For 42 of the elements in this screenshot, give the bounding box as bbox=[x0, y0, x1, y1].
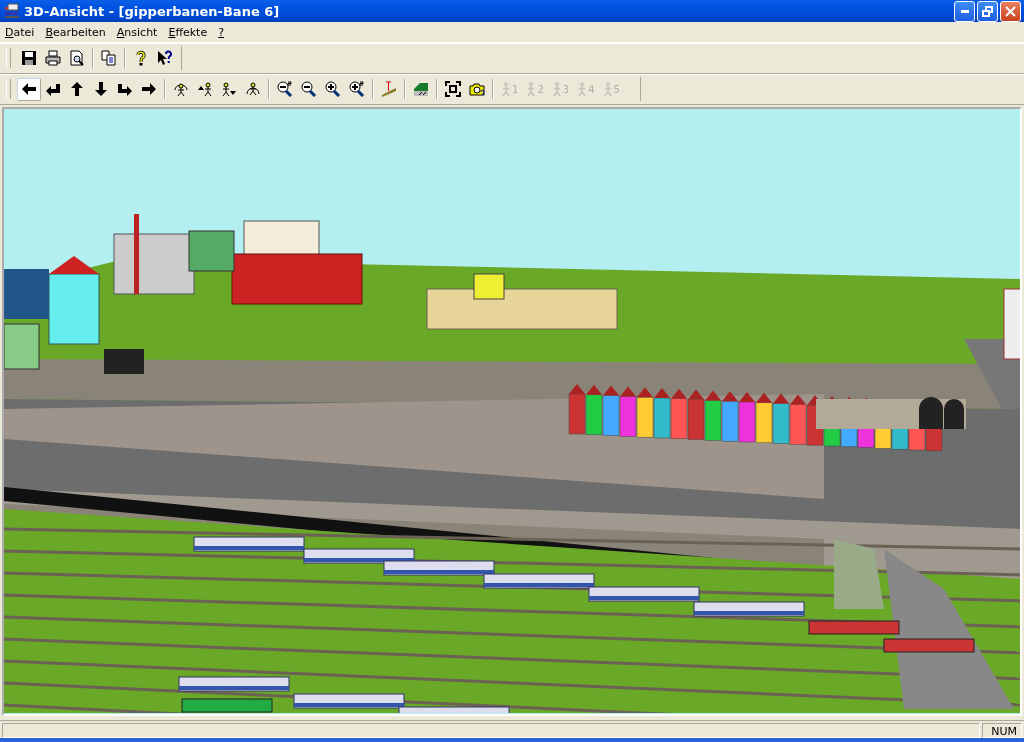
up-arrow-icon bbox=[69, 81, 85, 97]
turn-right-arrow-icon bbox=[117, 81, 133, 97]
page-magnifier-icon bbox=[69, 50, 85, 66]
printer-icon bbox=[45, 50, 61, 66]
menu-item[interactable]: Effekte bbox=[163, 23, 214, 41]
figure-arc-icon bbox=[245, 81, 261, 97]
zoom-out-icon bbox=[301, 81, 317, 97]
camera-icon bbox=[469, 81, 485, 97]
terrain-slope-icon bbox=[413, 81, 429, 97]
window-title: 3D-Ansicht - [gipperbanen-Bane 6] bbox=[24, 3, 281, 19]
figure-icon bbox=[602, 81, 613, 97]
minimize-icon bbox=[960, 9, 969, 13]
close-icon bbox=[1005, 5, 1016, 17]
down-arrow-icon bbox=[93, 81, 109, 97]
figure-arc-icon bbox=[173, 81, 189, 97]
zoom-out-icon bbox=[277, 81, 293, 97]
menu-item[interactable]: ? bbox=[213, 23, 231, 41]
left-arrow-icon bbox=[21, 81, 37, 97]
ruler-slope-icon bbox=[381, 81, 397, 97]
figure-icon bbox=[577, 81, 588, 97]
menu-item[interactable]: Datei bbox=[0, 23, 41, 41]
menu-item[interactable]: Bearbeiten bbox=[40, 23, 112, 41]
figure-icon bbox=[551, 81, 562, 97]
restore-button[interactable] bbox=[977, 0, 998, 22]
turn-left-arrow-icon bbox=[45, 81, 61, 97]
zoom-in-icon bbox=[325, 81, 341, 97]
zoom-in-icon bbox=[349, 81, 365, 97]
copy-pages-icon bbox=[101, 50, 117, 66]
toolbar-button[interactable] bbox=[17, 77, 41, 101]
status-indicator: NUM bbox=[982, 723, 1022, 738]
figure-icon bbox=[526, 81, 537, 97]
pointer-question-icon bbox=[157, 50, 173, 66]
right-arrow-icon bbox=[141, 81, 157, 97]
menu-item[interactable]: Ansicht bbox=[111, 23, 164, 41]
restore-icon bbox=[982, 5, 993, 17]
minimize-button[interactable] bbox=[954, 0, 975, 22]
figure-icon bbox=[501, 81, 511, 97]
app-icon bbox=[4, 3, 20, 19]
fit-frame-icon bbox=[445, 81, 461, 97]
figure-down-arrow-icon bbox=[221, 81, 237, 97]
figure-up-arrow-icon bbox=[197, 81, 213, 97]
close-button[interactable] bbox=[1000, 0, 1021, 22]
